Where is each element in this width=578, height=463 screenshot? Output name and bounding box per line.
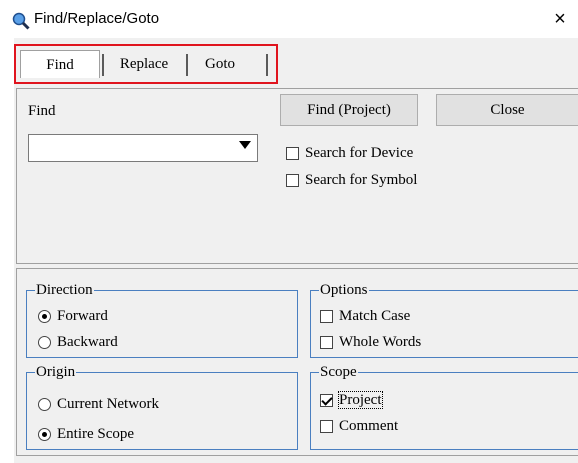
search-for-device-label: Search for Device (305, 145, 414, 161)
origin-entire-scope-option[interactable]: Entire Scope (38, 424, 134, 444)
match-case-label: Match Case (339, 308, 411, 324)
find-project-button[interactable]: Find (Project) (280, 94, 418, 126)
comment-label: Comment (339, 418, 399, 434)
scope-project-option[interactable]: Project (320, 390, 383, 410)
search-for-device-checkbox[interactable] (286, 147, 299, 161)
direction-forward-option[interactable]: Forward (38, 306, 108, 326)
entire-scope-label: Entire Scope (57, 426, 135, 442)
whole-words-checkbox[interactable] (320, 336, 333, 350)
entire-scope-radio[interactable] (38, 428, 51, 442)
scope-group: Scope (310, 363, 578, 450)
find-combobox[interactable] (28, 134, 258, 162)
project-checkbox[interactable] (320, 394, 333, 408)
tabs-highlight-box (14, 44, 278, 84)
search-for-symbol-option[interactable]: Search for Symbol (286, 170, 417, 190)
search-for-symbol-checkbox[interactable] (286, 174, 299, 188)
whole-words-label: Whole Words (339, 334, 422, 350)
project-label: Project (338, 391, 383, 409)
match-case-checkbox[interactable] (320, 310, 333, 324)
close-window-icon[interactable]: × (548, 7, 572, 31)
direction-group-title: Direction (35, 281, 94, 299)
current-network-label: Current Network (57, 396, 160, 412)
dropdown-arrow-icon[interactable] (239, 141, 251, 149)
search-for-symbol-label: Search for Symbol (305, 172, 418, 188)
scope-comment-option[interactable]: Comment (320, 416, 398, 436)
find-label: Find (28, 103, 56, 119)
window-title: Find/Replace/Goto (34, 10, 160, 27)
comment-checkbox[interactable] (320, 420, 333, 434)
origin-group-title: Origin (35, 363, 77, 381)
direction-backward-option[interactable]: Backward (38, 332, 118, 352)
backward-radio[interactable] (38, 336, 51, 350)
magnifier-icon (12, 12, 30, 30)
forward-radio[interactable] (38, 310, 51, 324)
scope-group-title: Scope (319, 363, 358, 381)
match-case-option[interactable]: Match Case (320, 306, 410, 326)
backward-label: Backward (57, 334, 118, 350)
search-for-device-option[interactable]: Search for Device (286, 143, 413, 163)
title-bar: Find/Replace/Goto × (0, 0, 578, 40)
close-button[interactable]: Close (436, 94, 578, 126)
current-network-radio[interactable] (38, 398, 51, 412)
whole-words-option[interactable]: Whole Words (320, 332, 421, 352)
options-group-title: Options (319, 281, 369, 299)
origin-current-network-option[interactable]: Current Network (38, 394, 159, 414)
forward-label: Forward (57, 308, 108, 324)
